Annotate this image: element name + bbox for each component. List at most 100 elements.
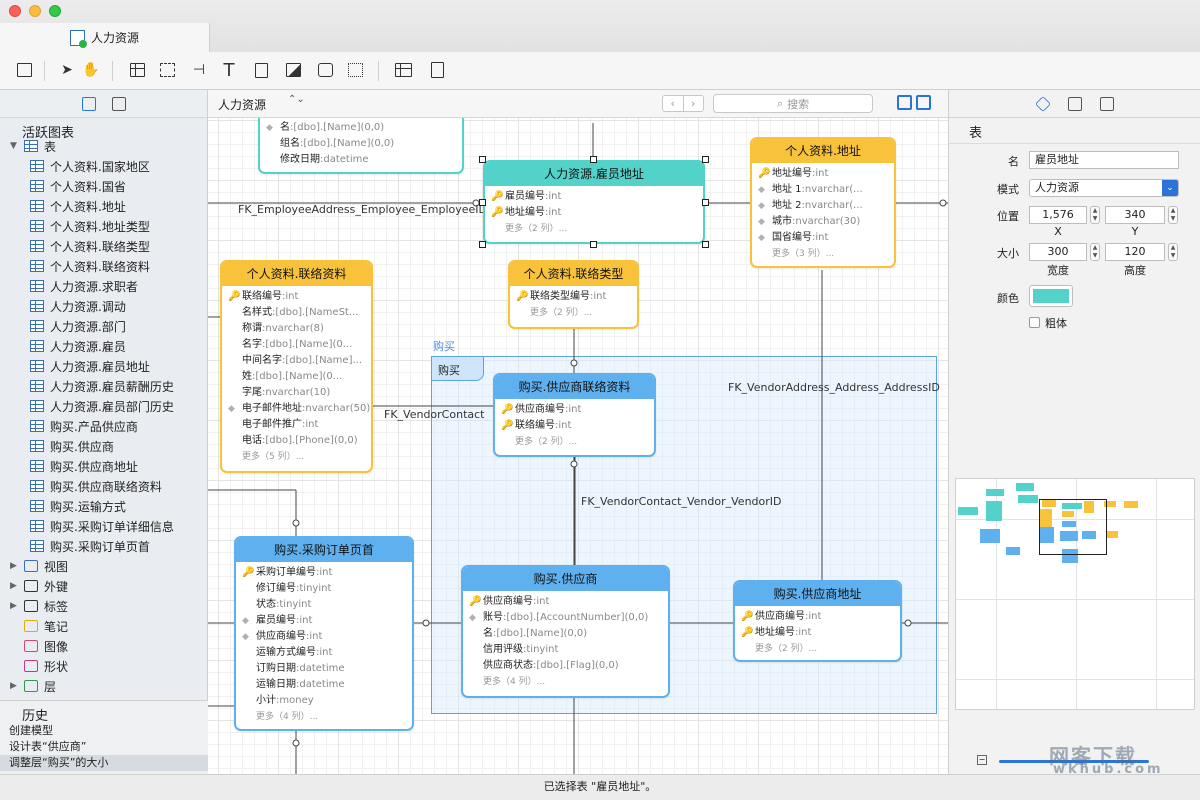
tree-node-view[interactable]: ▶ 视图 (0, 556, 207, 576)
field-row[interactable]: 🔑 雇员编号:int (491, 189, 703, 205)
forward-icon[interactable]: › (682, 96, 704, 111)
position-x-stepper[interactable]: ▲ ▼ (1090, 206, 1100, 224)
fk-label[interactable]: FK_EmployeeAddress_Employee_EmployeeID (238, 203, 487, 216)
field-row[interactable]: 状态:tinyint (242, 597, 412, 613)
field-row[interactable]: 中间名字:[dbo].[Name]... (228, 353, 371, 369)
field-row[interactable]: 🔑 联络编号:int (501, 418, 654, 434)
minimap-viewport[interactable] (1039, 499, 1107, 555)
field-row[interactable]: 🔑 地址编号:int (491, 205, 703, 221)
schema-select[interactable]: 人力资源 ⌄ (1029, 179, 1179, 197)
sidebar-table-item[interactable]: 购买.供应商地址 (0, 456, 207, 476)
entity-po-header[interactable]: 购买.采购订单页首 🔑 采购订单编号:int 修订编号:tinyint 状态:tinyi… (234, 536, 414, 731)
hand-icon[interactable]: ✋ (82, 61, 100, 79)
more-columns-link[interactable]: 更多（2 列）... (501, 434, 654, 450)
overview-minimap[interactable] (955, 478, 1195, 710)
tree-node-label[interactable]: ▶ 标签 (0, 596, 207, 616)
entity-title[interactable]: 人力资源.雇员地址 (485, 162, 703, 186)
entity-address[interactable]: 个人资料.地址 🔑 地址编号:int ◆ 地址 1:nvarchar(... ◆ 地址 2:… (750, 137, 896, 268)
height-stepper[interactable]: ▲ ▼ (1168, 243, 1178, 261)
sidebar-table-item[interactable]: 购买.产品供应商 (0, 416, 207, 436)
fk-label[interactable]: FK_VendorContact (384, 408, 484, 421)
name-field[interactable]: 雇员地址 (1029, 151, 1179, 169)
field-row[interactable]: ◆ 账号:[dbo].[AccountNumber](0,0) (469, 610, 668, 626)
sidebar-table-item[interactable]: 个人资料.地址类型 (0, 216, 207, 236)
sidebar-table-item[interactable]: 人力资源.调动 (0, 296, 207, 316)
field-row[interactable]: 🔑 供应商编号:int (469, 594, 668, 610)
bold-checkbox[interactable] (1029, 317, 1040, 328)
sidebar-table-item[interactable]: 购买.供应商联络资料 (0, 476, 207, 496)
entity-title[interactable]: 个人资料.联络资料 (222, 262, 371, 286)
field-row[interactable]: 小计:money (242, 693, 412, 709)
more-columns-link[interactable]: 更多（3 列）... (758, 246, 894, 262)
history-item[interactable]: 设计表“供应商” (0, 739, 208, 755)
entity-vendor[interactable]: 购买.供应商 🔑 供应商编号:int ◆ 账号:[dbo].[AccountNumber… (461, 565, 670, 698)
sidebar-table-item[interactable]: 人力资源.雇员部门历史 (0, 396, 207, 416)
fk-label[interactable]: FK_VendorAddress_Address_AddressID (728, 381, 940, 394)
entity-employee-address[interactable]: 人力资源.雇员地址 🔑 雇员编号:int 🔑 地址编号:int 更多（2 列）... (483, 160, 705, 244)
resize-handle[interactable] (702, 199, 709, 206)
field-row[interactable]: 组名:[dbo].[Name](0,0) (266, 136, 462, 152)
new-table-icon[interactable] (128, 61, 146, 79)
label-icon[interactable]: T (220, 60, 238, 81)
fk-label[interactable]: FK_VendorContact_Vendor_VendorID (581, 495, 782, 508)
field-row[interactable]: 供应商状态:[dbo].[Flag](0,0) (469, 658, 668, 674)
field-row[interactable]: 名字:[dbo].[Name](0... (228, 337, 371, 353)
entity-contact-type[interactable]: 个人资料.联络类型 🔑 联络类型编号:int 更多（2 列）... (508, 260, 639, 329)
tree-node-note[interactable]: 笔记 (0, 616, 207, 636)
field-row[interactable]: 🔑 供应商编号:int (501, 402, 654, 418)
more-columns-link[interactable]: 更多（5 列）... (228, 449, 371, 465)
field-row[interactable]: 修订编号:tinyint (242, 581, 412, 597)
field-row[interactable]: ◆ 雇员编号:int (242, 613, 412, 629)
sidebar-table-item[interactable]: 人力资源.求职者 (0, 276, 207, 296)
sidebar-table-item[interactable]: 人力资源.部门 (0, 316, 207, 336)
zoom-window-button[interactable] (49, 5, 61, 17)
field-row[interactable]: 称谓:nvarchar(8) (228, 321, 371, 337)
search-input[interactable]: ⌕ 搜索 (713, 94, 873, 113)
more-columns-link[interactable]: 更多（2 列）... (741, 641, 900, 657)
field-row[interactable]: ◆ 地址 1:nvarchar(... (758, 182, 894, 198)
more-columns-link[interactable]: 更多（2 列）... (516, 305, 637, 321)
save-icon[interactable] (15, 61, 33, 79)
back-icon[interactable]: ‹ (663, 96, 683, 111)
width-stepper[interactable]: ▲ ▼ (1090, 243, 1100, 261)
sidebar-table-item[interactable]: 购买.采购订单详细信息 (0, 516, 207, 536)
field-row[interactable]: 运输方式编号:int (242, 645, 412, 661)
sidebar-table-item[interactable]: 个人资料.国家地区 (0, 156, 207, 176)
tree-node-image[interactable]: 图像 (0, 636, 207, 656)
field-row[interactable]: 运输日期:datetime (242, 677, 412, 693)
entity-title[interactable]: 购买.供应商 (463, 567, 668, 591)
entity-title[interactable]: 购买.采购订单页首 (236, 538, 412, 562)
resize-handle[interactable] (479, 156, 486, 163)
entity-title[interactable]: 购买.供应商联络资料 (495, 375, 654, 399)
field-row[interactable]: 信用评级:tinyint (469, 642, 668, 658)
entity-title[interactable]: 个人资料.地址 (752, 139, 894, 163)
entity-vendor-address[interactable]: 购买.供应商地址 🔑 供应商编号:int 🔑 地址编号:int 更多（2 列）... (733, 580, 902, 662)
position-x-field[interactable]: 1,576 (1029, 206, 1087, 224)
sidebar-table-item[interactable]: 个人资料.国省 (0, 176, 207, 196)
object-tab-icon[interactable] (1034, 95, 1051, 112)
image-icon[interactable] (284, 61, 302, 79)
field-row[interactable]: ◆ 名:[dbo].[Name](0,0) (266, 120, 462, 136)
field-row[interactable]: ◆ 国省编号:int (758, 230, 894, 246)
auto-layout-icon[interactable] (394, 61, 412, 79)
resize-handle[interactable] (590, 156, 597, 163)
properties-tab-icon[interactable] (1067, 96, 1082, 111)
field-row[interactable]: 字尾:nvarchar(10) (228, 385, 371, 401)
disclosure-closed-icon[interactable]: ▶ (10, 601, 20, 611)
field-row[interactable]: ◆ 电子邮件地址:nvarchar(50) (228, 401, 371, 417)
disclosure-closed-icon[interactable]: ▶ (10, 561, 20, 571)
field-row[interactable]: 名样式:[dbo].[NameSt... (228, 305, 371, 321)
image-tab-icon[interactable] (1099, 96, 1114, 111)
field-row[interactable]: ◆ 供应商编号:int (242, 629, 412, 645)
sidebar-table-item[interactable]: 个人资料.联络类型 (0, 236, 207, 256)
width-field[interactable]: 300 (1029, 243, 1087, 261)
resize-handle[interactable] (702, 241, 709, 248)
position-y-field[interactable]: 340 (1105, 206, 1165, 224)
resize-handle[interactable] (479, 241, 486, 248)
entity-contact[interactable]: 个人资料.联络资料 🔑 联络编号:int 名样式:[dbo].[NameSt... 称谓… (220, 260, 373, 473)
sidebar-table-item[interactable]: 购买.供应商 (0, 436, 207, 456)
sidebar-table-item[interactable]: 人力资源.雇员薪酬历史 (0, 376, 207, 396)
sidebar-table-item[interactable]: 个人资料.地址 (0, 196, 207, 216)
more-columns-link[interactable]: 更多（4 列）... (242, 709, 412, 725)
sidebar-table-item[interactable]: 人力资源.雇员 (0, 336, 207, 356)
